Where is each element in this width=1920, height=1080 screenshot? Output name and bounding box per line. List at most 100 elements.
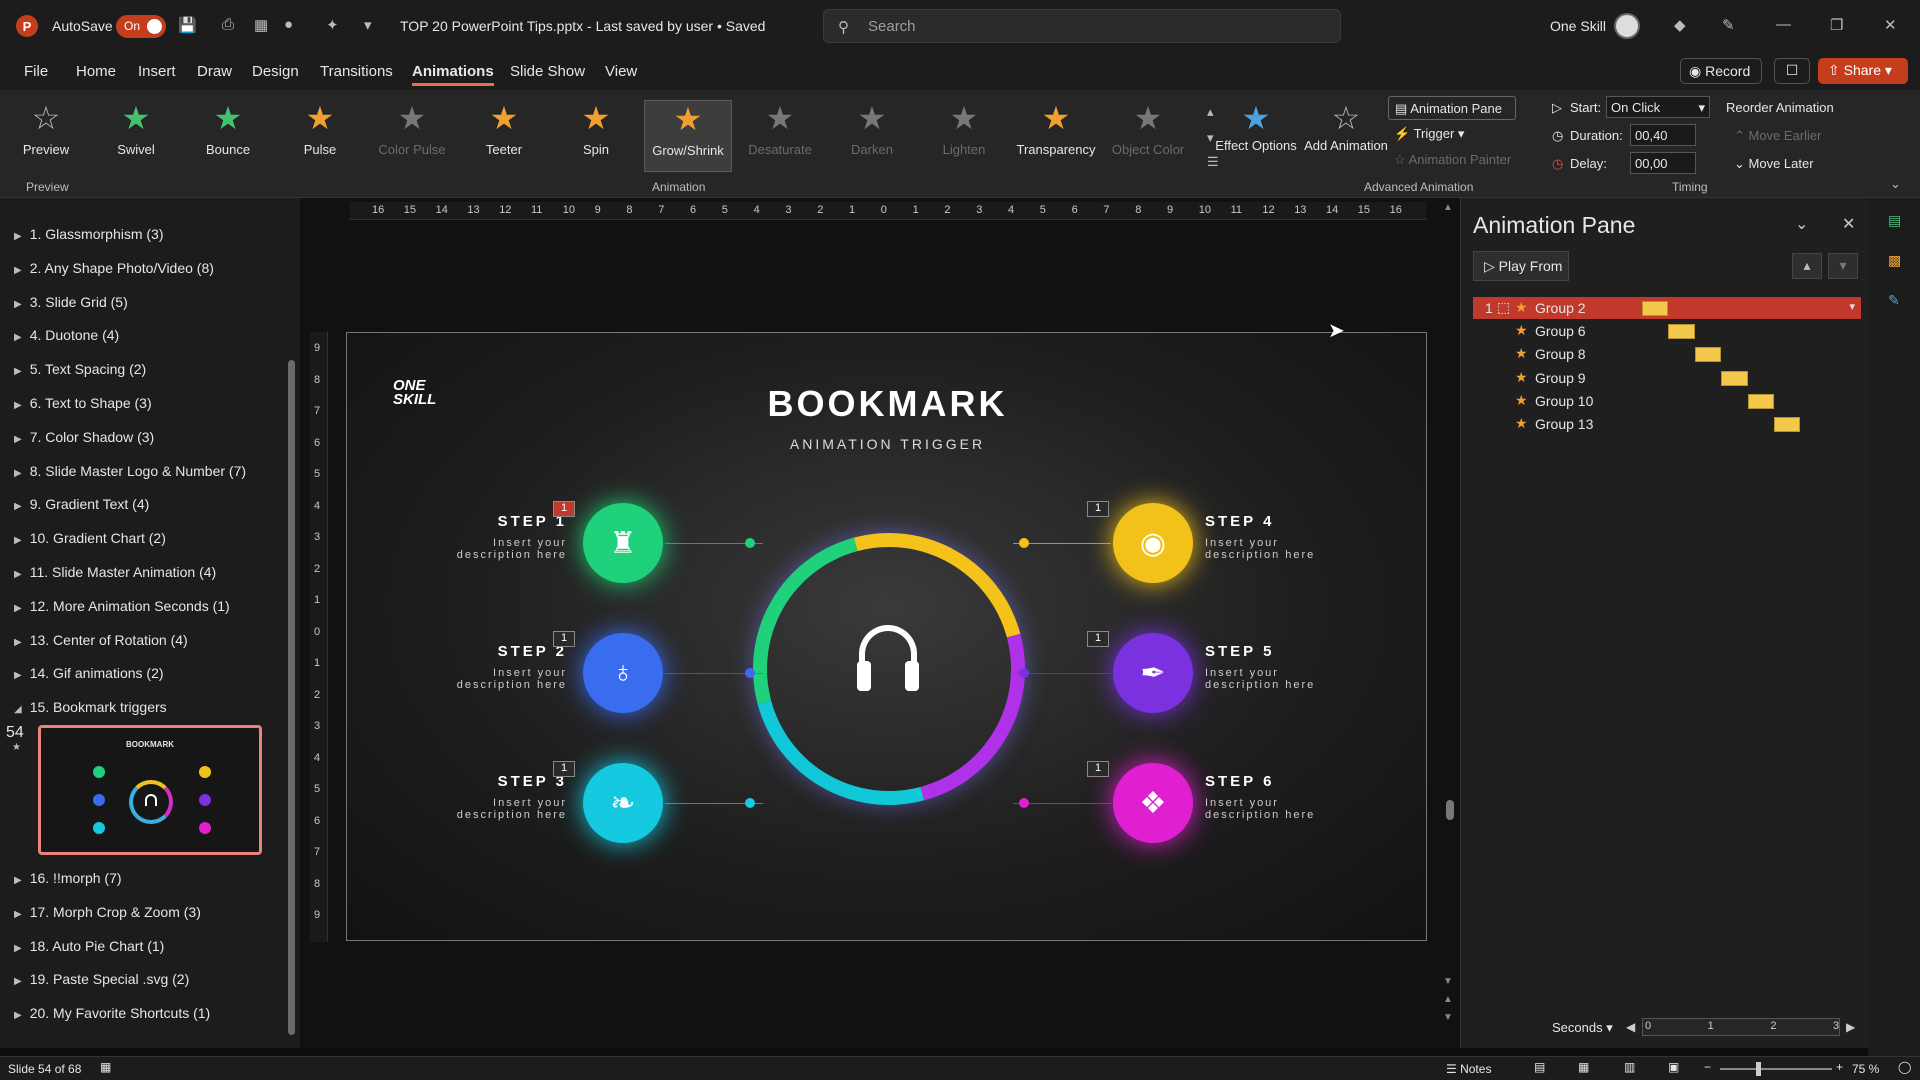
pen-step-circle[interactable]: ✒ [1113, 633, 1193, 713]
effect-transparency[interactable]: ★ Transparency [1012, 100, 1100, 172]
section-item[interactable]: ▶ 5. Text Spacing (2) [14, 361, 146, 377]
slideshow-view-icon[interactable]: ▣ [1668, 1060, 1679, 1074]
animation-badge[interactable]: 1 [1087, 631, 1109, 647]
slide[interactable]: ONE SKILL BOOKMARK ANIMATION TRIGGER ♜ STE… [346, 332, 1427, 941]
move-earlier-button[interactable]: ⌃ Move Earlier [1734, 128, 1821, 144]
zoom-in-icon[interactable]: + [1836, 1060, 1843, 1074]
zoom-slider[interactable] [1720, 1068, 1832, 1070]
pane-close-icon[interactable]: ✕ [1842, 214, 1855, 234]
move-down-button[interactable]: ▾ [1828, 253, 1858, 279]
section-item[interactable]: ▶ 16. !!morph (7) [14, 870, 122, 886]
outline-scrollbar[interactable] [288, 360, 295, 1035]
previous-slide-icon[interactable]: ▲ [1443, 994, 1453, 1005]
accessibility-icon[interactable]: ▦ [100, 1060, 111, 1074]
designer-rail-icon[interactable]: ✎ [1888, 292, 1900, 309]
seconds-dropdown[interactable]: Seconds ▾ [1552, 1020, 1613, 1036]
camera-step-circle[interactable]: ◉ [1113, 503, 1193, 583]
menu-view[interactable]: View [605, 63, 637, 80]
minimize-icon[interactable]: — [1776, 16, 1791, 33]
section-item[interactable]: ◢ 15. Bookmark triggers [14, 699, 167, 715]
save-icon[interactable]: 💾 [178, 16, 197, 34]
animation-timing-bar[interactable] [1721, 370, 1748, 386]
effect-lighten[interactable]: ★ Lighten [920, 100, 1008, 172]
menu-transitions[interactable]: Transitions [320, 63, 393, 80]
section-item[interactable]: ▶ 2. Any Shape Photo/Video (8) [14, 260, 214, 276]
planet-step-circle[interactable]: ♁ [583, 633, 663, 713]
trigger-button[interactable]: ⚡ Trigger ▾ [1394, 126, 1464, 142]
section-item[interactable]: ▶ 11. Slide Master Animation (4) [14, 564, 216, 580]
animation-item[interactable]: ★ Group 13 [1473, 413, 1861, 435]
comment-icon[interactable]: ☐ [1774, 58, 1810, 84]
animation-badge[interactable]: 1 [1087, 761, 1109, 777]
record-button[interactable]: ◉ Record [1680, 58, 1762, 84]
section-item[interactable]: ▶ 6. Text to Shape (3) [14, 395, 152, 411]
section-item[interactable]: ▶ 18. Auto Pie Chart (1) [14, 938, 164, 954]
section-item[interactable]: ▶ 7. Color Shadow (3) [14, 429, 154, 445]
animation-timing-bar[interactable] [1694, 347, 1722, 363]
section-item[interactable]: ▶ 14. Gif animations (2) [14, 665, 164, 681]
shapes-icon[interactable]: ● [284, 16, 293, 33]
notes-button[interactable]: ☰ Notes [1446, 1062, 1491, 1076]
duration-input[interactable]: 00,40 [1630, 124, 1696, 146]
effect-desaturate[interactable]: ★ Desaturate [736, 100, 824, 172]
pen-icon[interactable]: ✎ [1722, 16, 1735, 34]
document-title[interactable]: TOP 20 PowerPoint Tips.pptx - Last saved… [400, 18, 765, 34]
menu-home[interactable]: Home [76, 63, 116, 80]
timeline-left-icon[interactable]: ◀ [1626, 1020, 1635, 1034]
zoom-level[interactable]: 75 % [1852, 1062, 1879, 1076]
effect-spin[interactable]: ★ Spin [552, 100, 640, 172]
zoom-out-icon[interactable]: − [1704, 1060, 1711, 1074]
effect-pulse[interactable]: ★ Pulse [276, 100, 364, 172]
animation-badge[interactable]: 1 [553, 501, 575, 517]
menu-slide-show[interactable]: Slide Show [510, 63, 585, 80]
layout-icon[interactable]: ▦ [254, 16, 268, 34]
animation-item[interactable]: 1 ⬚ ★ Group 2 ▾ [1473, 297, 1861, 319]
animation-badge[interactable]: 1 [1087, 501, 1109, 517]
animation-painter-button[interactable]: ☆ Animation Painter [1394, 152, 1511, 168]
section-item[interactable]: ▶ 13. Center of Rotation (4) [14, 632, 188, 648]
animation-timing-bar[interactable] [1747, 393, 1774, 409]
close-icon[interactable]: ✕ [1884, 16, 1897, 34]
section-item[interactable]: ▶ 3. Slide Grid (5) [14, 294, 128, 310]
section-item[interactable]: ▶ 17. Morph Crop & Zoom (3) [14, 904, 201, 920]
effect-swivel[interactable]: ★ Swivel [92, 100, 180, 172]
delay-input[interactable]: 00,00 [1630, 152, 1696, 174]
canvas-scroll-up-icon[interactable]: ▲ [1443, 202, 1453, 213]
start-dropdown[interactable]: On Click ▾ [1606, 96, 1710, 118]
format-painter-icon[interactable]: ✦ [326, 16, 339, 34]
section-item[interactable]: ▶ 1. Glassmorphism (3) [14, 226, 164, 242]
animation-pane-button[interactable]: ▤ Animation Pane [1388, 96, 1516, 120]
animation-badge[interactable]: 1 [553, 631, 575, 647]
autosave-toggle[interactable]: On [116, 15, 166, 38]
effect-grow-shrink[interactable]: ★ Grow/Shrink [644, 100, 732, 172]
section-item[interactable]: ▶ 9. Gradient Text (4) [14, 496, 149, 512]
cat-step-circle[interactable]: ❧ [583, 763, 663, 843]
animation-badge[interactable]: 1 [553, 761, 575, 777]
section-item[interactable]: ▶ 12. More Animation Seconds (1) [14, 598, 230, 614]
effect-object-color[interactable]: ★ Object Color [1104, 100, 1192, 172]
menu-animations[interactable]: Animations [412, 63, 494, 86]
preview-button[interactable]: ☆ Preview [2, 100, 90, 172]
normal-view-icon[interactable]: ▤ [1534, 1060, 1545, 1074]
play-from-button[interactable]: ▷ Play From [1473, 251, 1569, 281]
section-item[interactable]: ▶ 4. Duotone (4) [14, 327, 119, 343]
animation-pane-rail-icon[interactable]: ▤ [1888, 212, 1901, 229]
next-slide-icon[interactable]: ▼ [1443, 1012, 1453, 1023]
section-item[interactable]: ▶ 10. Gradient Chart (2) [14, 530, 166, 546]
animation-item[interactable]: ★ Group 6 [1473, 320, 1861, 342]
effect-options-button[interactable]: ★ Effect Options [1212, 100, 1300, 172]
effect-darken[interactable]: ★ Darken [828, 100, 916, 172]
animation-timing-bar[interactable] [1642, 301, 1669, 316]
print-icon[interactable]: ⎙ [222, 16, 234, 33]
menu-file[interactable]: File [24, 63, 48, 80]
move-later-button[interactable]: ⌄ Move Later [1734, 156, 1814, 172]
collapse-ribbon-icon[interactable]: ⌄ [1890, 176, 1901, 192]
design-rail-icon[interactable]: ▩ [1888, 252, 1901, 269]
restore-icon[interactable]: ❐ [1830, 16, 1843, 34]
animation-item[interactable]: ★ Group 9 [1473, 367, 1861, 389]
avatar[interactable] [1614, 13, 1640, 39]
chess-step-circle[interactable]: ♜ [583, 503, 663, 583]
slide-sorter-icon[interactable]: ▦ [1578, 1060, 1589, 1074]
canvas-scrollbar[interactable] [1446, 800, 1454, 820]
section-item[interactable]: ▶ 20. My Favorite Shortcuts (1) [14, 1005, 210, 1021]
